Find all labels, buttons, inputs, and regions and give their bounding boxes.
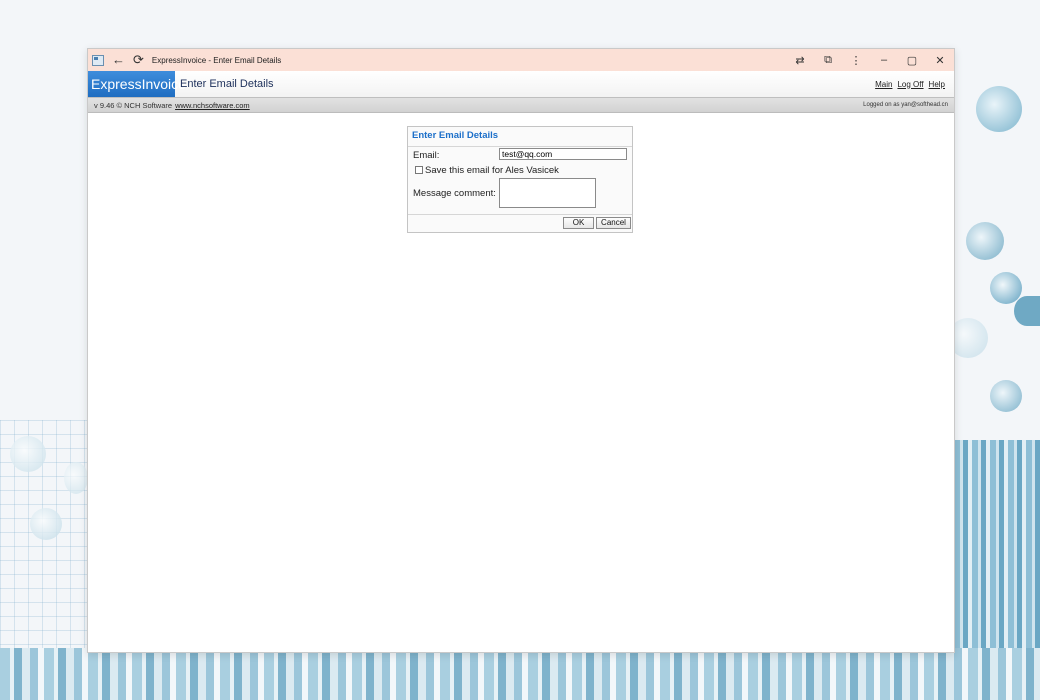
background-bubble xyxy=(30,508,62,540)
page-title: Enter Email Details xyxy=(180,78,274,90)
email-label: Email: xyxy=(413,150,440,161)
ok-button[interactable]: OK xyxy=(563,217,594,229)
maximize-button[interactable]: ▢ xyxy=(898,54,926,67)
app-logo: ExpressInvoice xyxy=(88,71,186,97)
app-icon xyxy=(92,54,104,66)
title-bar: ← ⟳ ExpressInvoice - Enter Email Details… xyxy=(88,49,954,71)
reload-icon[interactable]: ⟳ xyxy=(133,49,144,71)
back-arrow-icon[interactable]: ← xyxy=(112,49,125,71)
website-link[interactable]: www.nchsoftware.com xyxy=(175,101,250,110)
message-comment-textarea[interactable] xyxy=(499,178,596,208)
extensions-icon[interactable]: ⧉ xyxy=(814,54,842,67)
logged-on-text: Logged on as yan@softhead.cn xyxy=(863,102,948,108)
more-menu-icon[interactable]: ⋮ xyxy=(842,54,870,67)
save-email-label: Save this email for Ales Vasicek xyxy=(425,165,559,176)
browser-window: ← ⟳ ExpressInvoice - Enter Email Details… xyxy=(87,48,955,653)
save-email-checkbox[interactable] xyxy=(415,166,423,174)
email-field[interactable] xyxy=(499,148,627,160)
minimize-button[interactable]: – xyxy=(870,54,898,66)
help-link[interactable]: Help xyxy=(929,80,945,89)
background-bars xyxy=(0,648,1040,700)
dialog-title: Enter Email Details xyxy=(412,130,499,141)
header-links: Main Log Off Help xyxy=(875,71,954,97)
version-text: v 9.46 © NCH Software xyxy=(94,100,173,110)
main-link[interactable]: Main xyxy=(875,80,892,89)
log-off-link[interactable]: Log Off xyxy=(897,80,923,89)
window-title: ExpressInvoice - Enter Email Details xyxy=(151,55,282,65)
background-bubble xyxy=(966,222,1004,260)
status-bar: v 9.46 © NCH Software www.nchsoftware.co… xyxy=(88,98,954,113)
translate-icon[interactable]: ⇄ xyxy=(786,54,814,67)
background-bubble xyxy=(10,436,46,472)
cancel-button[interactable]: Cancel xyxy=(596,217,631,229)
background-bubble xyxy=(1014,296,1040,326)
comment-label: Message comment: xyxy=(413,188,496,199)
background-bubble xyxy=(990,380,1022,412)
background-bubble xyxy=(976,86,1022,132)
email-details-dialog: Enter Email Details Email: Save this ema… xyxy=(407,126,633,233)
background-bubble xyxy=(64,462,88,494)
divider xyxy=(408,146,632,147)
close-button[interactable]: ✕ xyxy=(926,54,954,67)
app-header: ExpressInvoice Enter Email Details Main … xyxy=(88,71,954,98)
divider xyxy=(408,214,632,215)
